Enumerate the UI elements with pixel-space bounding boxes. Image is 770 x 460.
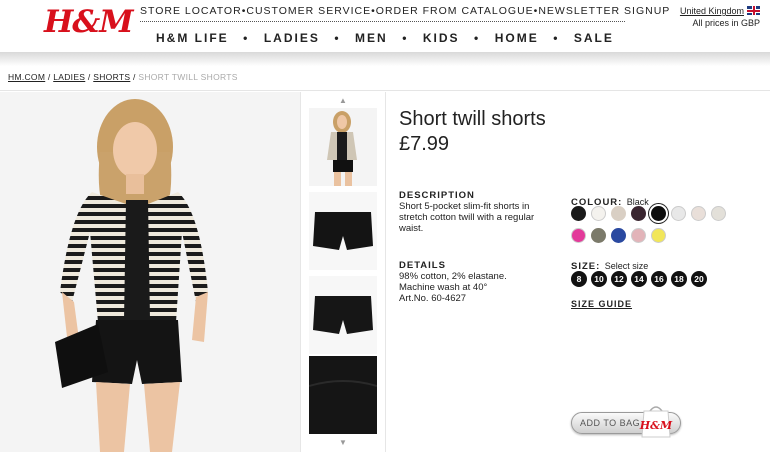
breadcrumb-shorts[interactable]: SHORTS bbox=[93, 72, 130, 82]
colour-swatch[interactable] bbox=[691, 206, 706, 221]
size-option[interactable]: 16 bbox=[651, 271, 667, 287]
colour-swatch[interactable] bbox=[631, 206, 646, 221]
colour-swatch[interactable] bbox=[591, 228, 606, 243]
dotted-divider bbox=[140, 21, 625, 22]
size-selector: SIZE: Select size 8 10 12 14 16 18 20 bbox=[571, 256, 761, 287]
bag-logo-text: H&M bbox=[639, 419, 673, 432]
nav-home[interactable]: HOME bbox=[495, 31, 539, 45]
nav-hm-life[interactable]: H&M LIFE bbox=[156, 31, 229, 45]
header-shadow-bar bbox=[0, 52, 770, 66]
util-newsletter-signup[interactable]: NEWSLETTER SIGNUP bbox=[538, 5, 670, 17]
site-header: H&M STORE LOCATOR • CUSTOMER SERVICE • O… bbox=[0, 0, 770, 52]
colour-swatch[interactable] bbox=[571, 228, 586, 243]
country-link[interactable]: United Kingdom bbox=[680, 6, 744, 16]
shopping-bag-icon[interactable]: H&M bbox=[638, 403, 674, 439]
thumbnail-shorts-back-image bbox=[309, 276, 377, 354]
details-line: 98% cotton, 2% elastane. bbox=[399, 271, 507, 282]
currency-note: All prices in GBP bbox=[692, 18, 760, 28]
hm-logo[interactable]: H&M bbox=[44, 4, 134, 44]
size-value: Select size bbox=[604, 261, 649, 271]
colour-swatch[interactable] bbox=[631, 228, 646, 243]
product-title: Short twill shorts bbox=[399, 108, 546, 130]
breadcrumb-home[interactable]: HM.COM bbox=[8, 72, 45, 82]
colour-swatch[interactable] bbox=[611, 228, 626, 243]
colour-swatch[interactable] bbox=[571, 206, 586, 221]
horizontal-divider bbox=[0, 90, 770, 91]
size-guide-link[interactable]: SIZE GUIDE bbox=[571, 299, 632, 309]
util-store-locator[interactable]: STORE LOCATOR bbox=[140, 5, 242, 17]
separator-dot: • bbox=[334, 31, 341, 45]
size-option[interactable]: 18 bbox=[671, 271, 687, 287]
product-price: £7.99 bbox=[399, 133, 450, 155]
colour-swatch[interactable] bbox=[711, 206, 726, 221]
details-line: Machine wash at 40° bbox=[399, 282, 488, 293]
add-to-bag-label: ADD TO BAG bbox=[580, 418, 641, 428]
separator-dot: • bbox=[474, 31, 481, 45]
colour-swatch[interactable] bbox=[591, 206, 606, 221]
main-nav: H&M LIFE • LADIES • MEN • KIDS • HOME • … bbox=[156, 31, 614, 45]
colour-selector: COLOUR: Black bbox=[571, 192, 761, 243]
size-option[interactable]: 20 bbox=[691, 271, 707, 287]
breadcrumb-current: SHORT TWILL SHORTS bbox=[138, 72, 238, 82]
thumbnail-2[interactable] bbox=[309, 192, 377, 270]
nav-men[interactable]: MEN bbox=[355, 31, 388, 45]
size-option[interactable]: 8 bbox=[571, 271, 587, 287]
colour-swatch[interactable] bbox=[651, 228, 666, 243]
nav-ladies[interactable]: LADIES bbox=[264, 31, 320, 45]
model-figure-illustration bbox=[0, 92, 300, 452]
description-section: DESCRIPTION Short 5-pocket slim-fit shor… bbox=[399, 190, 549, 234]
separator-dot: • bbox=[553, 31, 560, 45]
breadcrumb-ladies[interactable]: LADIES bbox=[53, 72, 85, 82]
util-customer-service[interactable]: CUSTOMER SERVICE bbox=[246, 5, 371, 17]
locale-selector: United Kingdom All prices in GBP bbox=[680, 5, 760, 29]
size-option[interactable]: 14 bbox=[631, 271, 647, 287]
breadcrumb: HM.COM / LADIES / SHORTS / SHORT TWILL S… bbox=[8, 72, 238, 82]
thumbnail-shorts-front-image bbox=[309, 192, 377, 270]
shopping-bag-graphic: H&M bbox=[639, 406, 673, 438]
util-order-catalogue[interactable]: ORDER FROM CATALOGUE bbox=[376, 5, 534, 17]
details-section: DETAILS 98% cotton, 2% elastane. Machine… bbox=[399, 260, 549, 304]
colour-swatch[interactable] bbox=[611, 206, 626, 221]
size-option[interactable]: 10 bbox=[591, 271, 607, 287]
details-label: DETAILS bbox=[399, 260, 446, 271]
chevron-down-icon[interactable]: ▼ bbox=[339, 438, 347, 447]
nav-kids[interactable]: KIDS bbox=[423, 31, 460, 45]
chevron-up-icon[interactable]: ▲ bbox=[339, 96, 347, 105]
utility-nav: STORE LOCATOR • CUSTOMER SERVICE • ORDER… bbox=[140, 5, 669, 17]
thumbnail-detail-image bbox=[309, 356, 377, 434]
description-text: Short 5-pocket slim-fit shorts in stretc… bbox=[399, 201, 535, 234]
logo-text[interactable]: H&M bbox=[44, 4, 134, 40]
nav-sale[interactable]: SALE bbox=[574, 31, 614, 45]
size-option[interactable]: 12 bbox=[611, 271, 627, 287]
vertical-divider bbox=[385, 92, 386, 452]
thumbnail-1[interactable] bbox=[309, 108, 377, 186]
product-main-image[interactable] bbox=[0, 92, 300, 452]
separator-dot: • bbox=[402, 31, 409, 45]
thumbnail-3[interactable] bbox=[309, 276, 377, 354]
thumbnail-strip: ▲ ▼ bbox=[301, 92, 385, 452]
details-line: Art.No. 60-4627 bbox=[399, 293, 467, 304]
thumbnail-4[interactable] bbox=[309, 356, 377, 434]
separator-dot: • bbox=[243, 31, 250, 45]
colour-swatch-selected[interactable] bbox=[651, 206, 666, 221]
description-label: DESCRIPTION bbox=[399, 190, 475, 201]
uk-flag-icon[interactable] bbox=[747, 6, 760, 15]
thumbnail-model-image bbox=[309, 108, 377, 186]
colour-swatch[interactable] bbox=[671, 206, 686, 221]
